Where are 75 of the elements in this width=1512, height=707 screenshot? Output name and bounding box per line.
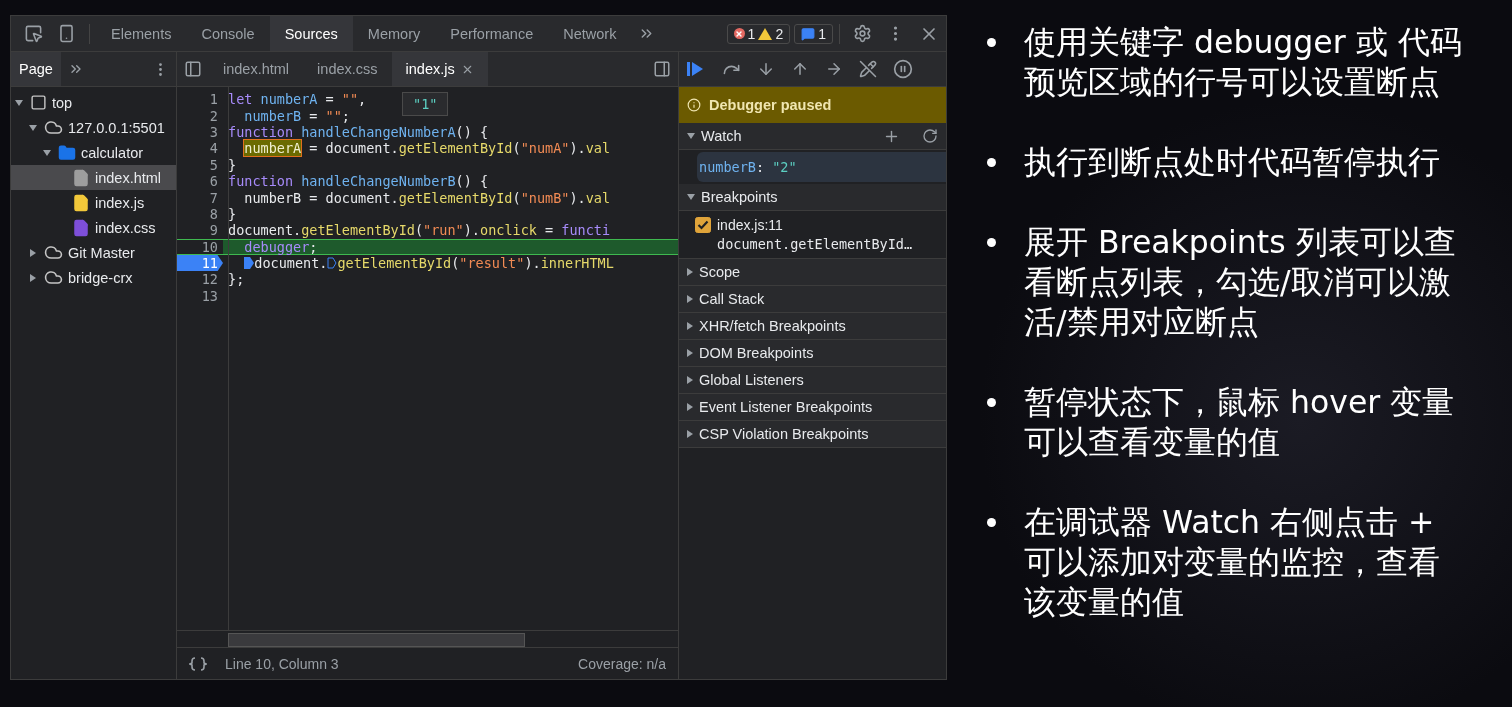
panel-tab[interactable]: Performance [435,16,549,51]
code-text: function handleChangeNumberA() { [228,123,489,140]
bullet-text: 使用关键字 debugger 或 代码预览区域的行号可以设置断点 [1024,23,1462,102]
section-header[interactable]: Call Stack [679,286,946,313]
warning-icon [758,27,773,40]
code-text: }; [228,271,245,288]
code-text: document.getElementById("run").onclick = functi [228,222,611,239]
tree-item[interactable]: 127.0.0.1:5501 [11,115,176,140]
bullet-text: 展开 Breakpoints 列表可以查看断点列表，勾选/取消可以激活/禁用对应断点 [1024,223,1457,342]
code-text: numberB = ""; [244,107,350,124]
section-header[interactable]: Breakpoints [679,184,946,211]
panel-tab[interactable]: Memory [352,16,436,51]
code-text: document. [254,255,328,272]
bullet-text: 暂停状态下，鼠标 hover 变量可以查看变量的值 [1024,383,1456,462]
bullet-icon [987,518,996,527]
cloud-icon [44,118,63,137]
cloud-icon [44,268,63,287]
tree-item[interactable]: calculator [11,140,176,165]
file-tab[interactable]: index.html [209,52,304,86]
code-text: } [228,156,237,173]
scrollbar-thumb[interactable] [228,633,525,647]
frame-icon [30,94,47,111]
panel-tab[interactable]: Network [548,16,632,51]
section-header[interactable]: DOM Breakpoints [679,340,946,367]
bullet-text: 在调试器 Watch 右侧点击 + 可以添加对变量的监控，查看该变量的值 [1024,503,1441,622]
tree-item[interactable]: bridge-crx [11,265,176,290]
section-header[interactable]: Watch [679,123,946,150]
code-text: numberA = document.getElementById("numA").val [244,140,611,157]
file-tab[interactable]: index.js [391,52,488,86]
issues-counter[interactable]: 1 2 [726,23,791,44]
file-tab[interactable]: index.css [303,52,392,86]
tree-item[interactable]: index.css [11,215,176,240]
panel-tab[interactable]: Elements [96,16,187,51]
message-icon [801,26,816,41]
bullet-icon [987,238,996,247]
code-text: function handleChangeNumberB() { [228,173,489,190]
panel-tab[interactable]: Sources [269,16,353,51]
code-text: let numberA = "", [228,91,367,108]
bullet-icon [987,398,996,407]
bullet-icon [987,158,996,167]
line-number[interactable]: 10 [177,239,223,254]
tree-item[interactable]: index.js [11,190,176,215]
error-icon [733,28,745,39]
watch-expression[interactable]: numberB: "2" [697,152,946,182]
messages-counter[interactable]: 1 [794,23,833,44]
section-header[interactable]: Global Listeners [679,367,946,394]
bullet-icon [987,38,996,47]
code-text: } [228,205,237,222]
code-text: debugger; [244,238,318,255]
section-header[interactable]: XHR/fetch Breakpoints [679,313,946,340]
navigator-tab[interactable]: Page [11,52,61,86]
code-text: getElementById("result").innerHTML [337,255,614,272]
paused-message: Debugger paused [709,97,832,113]
bullet-text: 执行到断点处时代码暂停执行 [1024,143,1441,182]
section-header[interactable]: Event Listener Breakpoints [679,394,946,421]
tree-item[interactable]: top [11,90,176,115]
cloud-icon [44,243,63,262]
breakpoint-code: document.getElementById… [717,236,914,252]
info-icon [687,98,701,112]
coverage-status: Coverage: n/a [578,655,666,672]
tree-item[interactable]: Git Master [11,240,176,265]
pretty-print-icon[interactable] [189,656,207,671]
value-tooltip: "1" [402,92,449,116]
folder-icon [58,143,76,162]
breakpoint-marker-icon[interactable] [244,257,255,270]
cursor-position: Line 10, Column 3 [225,655,339,672]
refresh-icon[interactable] [922,128,938,144]
breakpoint-marker-icon[interactable] [327,257,338,270]
breakpoint-checkbox[interactable] [695,217,711,233]
breakpoint-location: index.js:11 [717,217,784,233]
panel-tab[interactable]: Console [186,16,270,51]
section-header[interactable]: Scope [679,259,946,286]
code-text: numberB = document.getElementById("numB").val [244,189,611,206]
tree-item[interactable]: index.html [11,165,176,190]
section-header[interactable]: CSP Violation Breakpoints [679,421,946,448]
